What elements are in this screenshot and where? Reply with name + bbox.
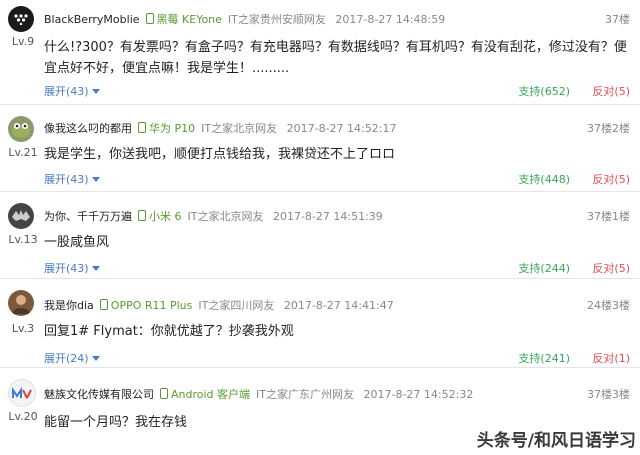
comment: Lv.3 我是你dia OPPO R11 Plus IT之家四川网友 2017-8-… [0, 278, 640, 368]
timestamp: 2017-8-27 14:52:17 [286, 122, 397, 135]
comment-meta: BlackBerryMoblie 黑莓 KEYone IT之家贵州安顺网友 2017… [44, 11, 445, 27]
comment-actions: 展开(43) 支持(244) 反对(5) [44, 260, 630, 276]
floor-number: 37楼3楼 [587, 388, 630, 401]
floor-number: 37楼 [605, 13, 630, 26]
device-label: Android 客户端 [171, 388, 251, 401]
oppose-button[interactable]: 反对(1) [592, 350, 630, 366]
avatar[interactable] [8, 6, 34, 32]
username[interactable]: 像我这么叼的都用 [44, 122, 132, 135]
source-label: IT之家贵州安顺网友 [227, 13, 326, 26]
user-level: Lv.20 [8, 410, 38, 423]
avatar[interactable] [8, 379, 36, 407]
phone-icon [99, 299, 108, 310]
comment-meta: 魅族文化传媒有限公司 Android 客户端 IT之家广东广州网友 2017-8-2… [44, 386, 473, 402]
phone-icon [138, 210, 146, 221]
floor-number: 37楼1楼 [587, 210, 630, 223]
oppose-button[interactable]: 反对(5) [592, 171, 630, 187]
blackberry-logo-icon [14, 14, 28, 25]
user-level: Lv.13 [8, 233, 38, 246]
source-label: IT之家四川网友 [198, 299, 275, 312]
device-label: 黑莓 KEYone [156, 13, 222, 26]
chevron-down-icon [91, 177, 100, 182]
phone-icon [138, 122, 146, 133]
comment-actions: 展开(24) 支持(241) 反对(1) [44, 350, 630, 366]
expand-replies-button[interactable]: 展开(43) [44, 262, 100, 275]
timestamp: 2017-8-27 14:52:32 [363, 388, 474, 401]
user-level: Lv.3 [11, 322, 35, 335]
timestamp: 2017-8-27 14:48:59 [335, 13, 446, 26]
chevron-down-icon [91, 89, 100, 94]
username[interactable]: 为你、千千万万遍 [44, 210, 132, 223]
phone-icon [160, 388, 168, 399]
avatar[interactable] [8, 116, 34, 142]
comment: Lv.21 像我这么叼的都用 华为 P10 IT之家北京网友 2017-8-27 1… [0, 104, 640, 192]
comment-text: 一股咸鱼风 [44, 235, 110, 250]
comment-actions: 展开(43) 支持(448) 反对(5) [44, 171, 630, 187]
source-label: IT之家北京网友 [187, 210, 264, 223]
watermark: 头条号/和风日语学习 [476, 431, 636, 451]
source-label: IT之家北京网友 [201, 122, 278, 135]
device-label: 华为 P10 [149, 122, 196, 135]
meizu-logo-icon [12, 386, 32, 399]
comment: Lv.13 为你、千千万万遍 小米 6 IT之家北京网友 2017-8-27 14:… [0, 191, 640, 279]
expand-replies-button[interactable]: 展开(24) [44, 352, 100, 365]
chevron-down-icon [91, 266, 100, 271]
comment-meta: 为你、千千万万遍 小米 6 IT之家北京网友 2017-8-27 14:51:39 [44, 208, 383, 224]
expand-label: 展开(43) [44, 173, 89, 186]
expand-label: 展开(24) [44, 352, 89, 365]
source-label: IT之家广东广州网友 [256, 388, 354, 401]
phone-icon [145, 13, 154, 24]
batman-avatar-icon [12, 210, 30, 221]
floor-number: 24楼3楼 [587, 299, 630, 312]
comment-text: 回复1# Flymat：你就优越了？抄袭我外观 [44, 324, 294, 339]
comment-text: 我是学生，你送我吧，顺便打点钱给我，我裸贷还不上了ロロ [44, 147, 396, 162]
comment: Lv.9 BlackBerryMoblie 黑莓 KEYone IT之家贵州安顺网友… [0, 0, 640, 105]
device-label: 小米 6 [149, 210, 182, 223]
chevron-down-icon [91, 356, 100, 361]
support-button[interactable]: 支持(652) [518, 83, 570, 99]
oppose-button[interactable]: 反对(5) [592, 260, 630, 276]
support-button[interactable]: 支持(241) [518, 350, 570, 366]
floor-number: 37楼2楼 [587, 122, 630, 135]
expand-label: 展开(43) [44, 262, 89, 275]
support-button[interactable]: 支持(448) [518, 171, 570, 187]
user-level: Lv.9 [11, 35, 35, 48]
person-avatar-icon [12, 295, 30, 314]
user-level: Lv.21 [8, 146, 38, 159]
username[interactable]: 我是你dia [44, 299, 94, 312]
username[interactable]: BlackBerryMoblie [44, 13, 140, 26]
username[interactable]: 魅族文化传媒有限公司 [44, 388, 154, 401]
oppose-button[interactable]: 反对(5) [592, 83, 630, 99]
support-button[interactable]: 支持(244) [518, 260, 570, 276]
avatar[interactable] [8, 290, 34, 316]
avatar[interactable] [8, 203, 34, 229]
timestamp: 2017-8-27 14:51:39 [272, 210, 383, 223]
comment-meta: 我是你dia OPPO R11 Plus IT之家四川网友 2017-8-27 14… [44, 297, 394, 313]
expand-replies-button[interactable]: 展开(43) [44, 173, 100, 186]
expand-replies-button[interactable]: 展开(43) [44, 85, 100, 98]
device-label: OPPO R11 Plus [110, 299, 193, 312]
comment-text: 什么!?300？有发票吗？有盒子吗？有充电器吗？有数据线吗？有耳机吗？有没有刮花… [44, 40, 627, 76]
timestamp: 2017-8-27 14:41:47 [283, 299, 394, 312]
frog-avatar-icon [12, 123, 30, 138]
comment-actions: 展开(43) 支持(652) 反对(5) [44, 83, 630, 99]
expand-label: 展开(43) [44, 85, 89, 98]
comment-meta: 像我这么叼的都用 华为 P10 IT之家北京网友 2017-8-27 14:52:1… [44, 120, 396, 136]
